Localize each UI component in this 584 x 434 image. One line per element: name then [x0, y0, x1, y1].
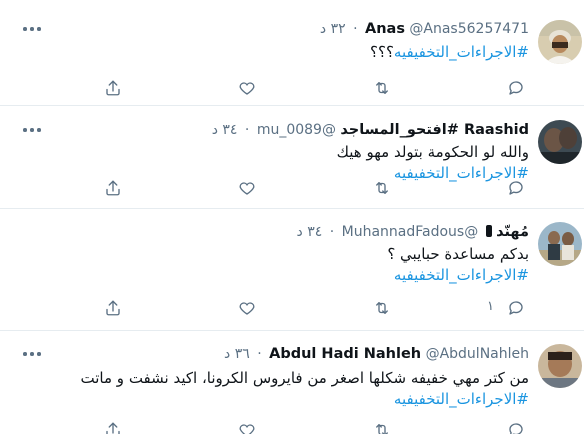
- hashtag-link[interactable]: #الاجراءات_التخفيفيه: [387, 265, 529, 286]
- tweet-text: والله لو الحكومة بتولد مهو هيك #الاجراءا…: [337, 142, 529, 184]
- timestamp[interactable]: ٣٦ د: [224, 346, 250, 362]
- tweet-text: #الاجراءات_التخفيفيه؟؟؟: [370, 42, 529, 63]
- user-handle[interactable]: @MuhannadFadous: [342, 224, 479, 240]
- retweet-icon[interactable]: [371, 77, 393, 99]
- reply-count: ١: [487, 299, 494, 314]
- user-handle[interactable]: @mu_0089: [257, 122, 336, 138]
- share-icon[interactable]: [102, 419, 124, 434]
- reply-icon[interactable]: [505, 419, 527, 434]
- tweet-text-suffix: ؟؟؟: [370, 43, 394, 61]
- separator-dot: ·: [244, 122, 250, 138]
- hashtag-link[interactable]: #الاجراءات_التخفيفيه: [394, 43, 529, 61]
- tweet-text: بدكم مساعدة حبايبي ؟ #الاجراءات_التخفيفي…: [387, 244, 529, 286]
- hashtag-link[interactable]: #الاجراءات_التخفيفيه: [81, 389, 529, 410]
- tweet-card[interactable]: مُهنّد @MuhannadFadous · ٣٤ د بدكم مساعد…: [0, 209, 584, 331]
- heart-icon[interactable]: [236, 297, 258, 319]
- tweet-text-line: بدكم مساعدة حبايبي ؟: [387, 245, 529, 263]
- display-name[interactable]: Raashid #افتحو_المساجد: [340, 122, 529, 138]
- avatar[interactable]: [538, 20, 582, 64]
- tweet-text-line: من كتر مهي خفيفه شكلها اصغر من فايروس ال…: [80, 369, 529, 387]
- separator-dot: ·: [353, 21, 358, 37]
- avatar[interactable]: [538, 222, 582, 266]
- reply-icon[interactable]: [505, 177, 527, 199]
- retweet-icon[interactable]: [371, 419, 393, 434]
- display-name[interactable]: Abdul Hadi Nahleh: [269, 346, 421, 362]
- tweet-text-line: والله لو الحكومة بتولد مهو هيك: [336, 143, 529, 161]
- badge-icon: [485, 225, 492, 237]
- retweet-icon[interactable]: [371, 177, 393, 199]
- timestamp[interactable]: ٣٤ د: [212, 122, 238, 138]
- display-name[interactable]: Anas: [365, 21, 405, 37]
- display-name[interactable]: مُهنّد: [496, 224, 529, 240]
- reply-icon[interactable]: [505, 77, 527, 99]
- heart-icon[interactable]: [236, 177, 258, 199]
- share-icon[interactable]: [102, 77, 124, 99]
- timestamp[interactable]: ٣٢ د: [320, 21, 346, 37]
- tweet-header: Anas @Anas56257471 · ٣٢ د: [320, 19, 529, 39]
- heart-icon[interactable]: [236, 77, 258, 99]
- separator-dot: ·: [329, 224, 335, 240]
- avatar[interactable]: [538, 344, 582, 388]
- more-horizontal-icon[interactable]: [22, 125, 42, 133]
- more-horizontal-icon[interactable]: [22, 24, 42, 32]
- tweet-card[interactable]: Raashid #افتحو_المساجد @mu_0089 · ٣٤ د و…: [0, 106, 584, 209]
- tweet-header: مُهنّد @MuhannadFadous · ٣٤ د: [297, 222, 529, 242]
- timestamp[interactable]: ٣٤ د: [297, 224, 323, 240]
- share-icon[interactable]: [102, 177, 124, 199]
- separator-dot: ·: [257, 346, 262, 362]
- heart-icon[interactable]: [236, 419, 258, 434]
- more-horizontal-icon[interactable]: [22, 349, 42, 357]
- user-handle[interactable]: @Anas56257471: [409, 21, 529, 37]
- tweet-text: من كتر مهي خفيفه شكلها اصغر من فايروس ال…: [81, 368, 529, 410]
- tweet-card[interactable]: Abdul Hadi Nahleh @AbdulNahleh · ٣٦ د من…: [0, 331, 584, 434]
- retweet-icon[interactable]: [371, 297, 393, 319]
- tweet-header: Abdul Hadi Nahleh @AbdulNahleh · ٣٦ د: [224, 344, 529, 364]
- avatar[interactable]: [538, 120, 582, 164]
- share-icon[interactable]: [102, 297, 124, 319]
- timeline-feed: Anas @Anas56257471 · ٣٢ د #الاجراءات_الت…: [0, 0, 584, 434]
- hashtag-link[interactable]: #الاجراءات_التخفيفيه: [337, 163, 529, 184]
- tweet-header: Raashid #افتحو_المساجد @mu_0089 · ٣٤ د: [212, 120, 529, 140]
- tweet-card[interactable]: Anas @Anas56257471 · ٣٢ د #الاجراءات_الت…: [0, 0, 584, 106]
- reply-icon[interactable]: [505, 297, 527, 319]
- user-handle[interactable]: @AbdulNahleh: [426, 346, 529, 362]
